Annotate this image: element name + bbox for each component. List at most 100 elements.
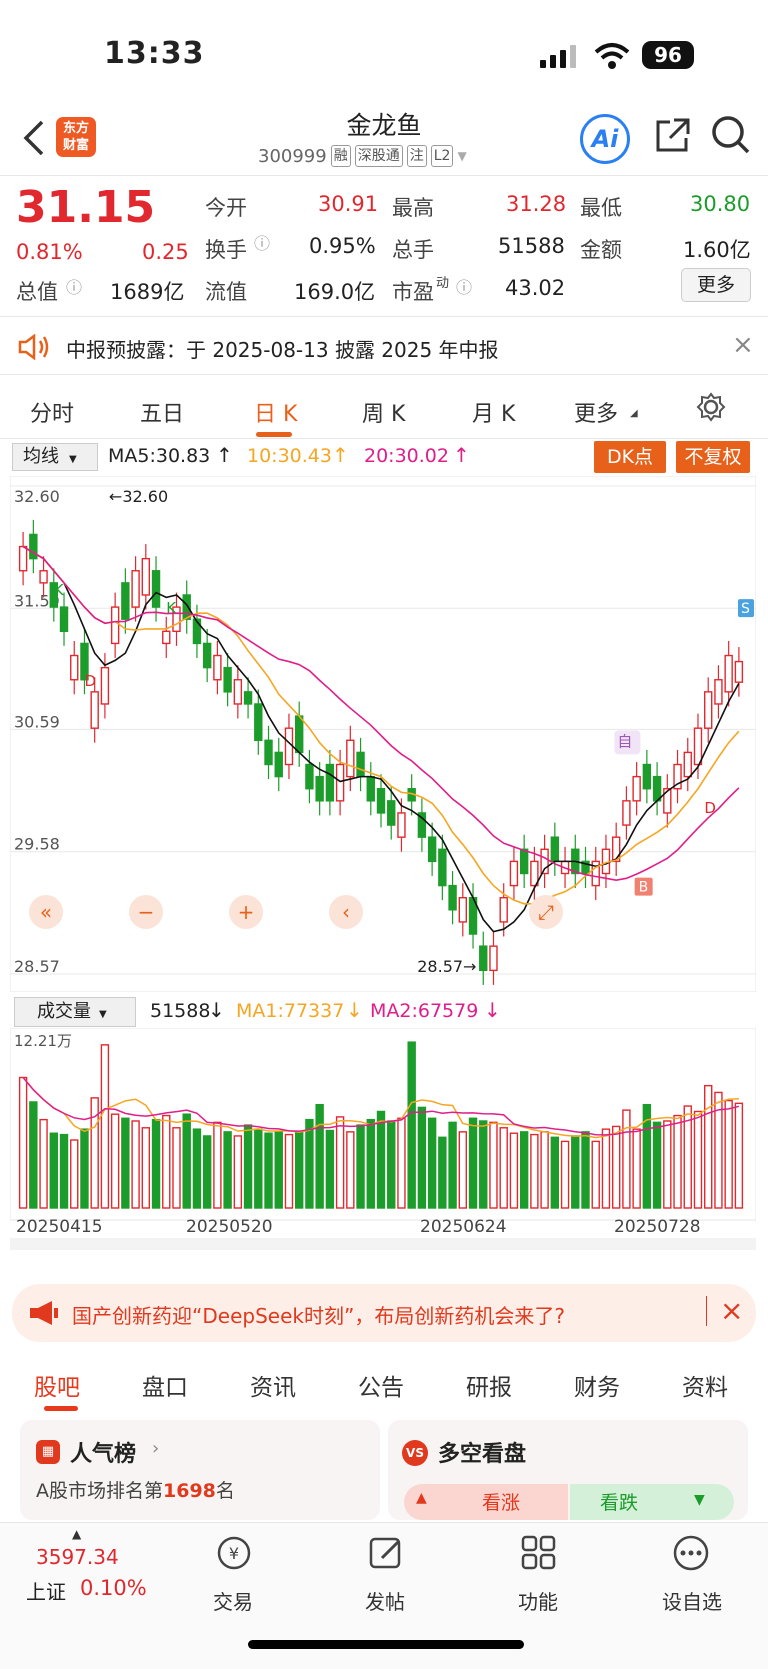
- caret-icon: ◢: [630, 408, 638, 419]
- volume-bar: [162, 1114, 171, 1209]
- tab-5day[interactable]: 五日: [140, 396, 184, 428]
- tab-daily-k[interactable]: 日 K: [254, 396, 297, 428]
- tab-news[interactable]: 资讯: [250, 1368, 296, 1402]
- tab-announcements[interactable]: 公告: [358, 1368, 404, 1402]
- candle-body: [448, 884, 457, 911]
- tab-guba[interactable]: 股吧: [34, 1368, 80, 1402]
- more-dots-icon[interactable]: [672, 1534, 710, 1572]
- tab-monthly-k[interactable]: 月 K: [472, 396, 515, 428]
- info-icon[interactable]: ⓘ: [66, 274, 82, 298]
- tag-registered: 注: [406, 145, 427, 167]
- volume-bar: [622, 1109, 631, 1209]
- candle-body: [519, 848, 529, 875]
- tab-pankou[interactable]: 盘口: [142, 1368, 188, 1402]
- volume-selector[interactable]: 成交量 ▼: [14, 997, 136, 1027]
- tab-research[interactable]: 研报: [466, 1368, 512, 1402]
- tab-more[interactable]: 更多: [574, 396, 618, 428]
- candle-body: [489, 945, 498, 972]
- volume-bar: [192, 1128, 202, 1209]
- candle-body: [325, 763, 335, 802]
- d-marker: D: [84, 672, 96, 690]
- popularity-card[interactable]: ▦ 人气榜 › A股市场排名第1698名: [20, 1420, 380, 1520]
- volume-bar: [458, 1131, 468, 1209]
- post-icon[interactable]: [368, 1534, 406, 1572]
- ai-button[interactable]: Ai: [580, 114, 630, 164]
- volume-label: 总手: [392, 238, 434, 262]
- volume-bar: [182, 1113, 191, 1209]
- tab-finance[interactable]: 财务: [574, 1368, 620, 1402]
- tab-weekly-k[interactable]: 周 K: [362, 396, 405, 428]
- volume-bar: [724, 1099, 733, 1209]
- tab-profile[interactable]: 资料: [682, 1368, 728, 1402]
- volume-bar: [734, 1102, 744, 1209]
- close-icon[interactable]: ×: [732, 330, 754, 360]
- caret-down-icon[interactable]: ▼: [457, 149, 466, 163]
- candle-body: [509, 860, 519, 887]
- tab-indicator: [44, 1406, 78, 1411]
- y-tick-label: 28.57: [14, 957, 60, 976]
- gear-icon[interactable]: [696, 392, 726, 422]
- volume-bar: [560, 1140, 570, 1209]
- status-bar: 13:33 96: [0, 0, 768, 110]
- rank-text: A股市场排名第1698名: [36, 1476, 235, 1503]
- tab-intraday[interactable]: 分时: [30, 396, 74, 428]
- volume-bar: [202, 1135, 212, 1209]
- close-icon[interactable]: ×: [720, 1294, 743, 1327]
- dk-button[interactable]: DK点: [594, 441, 666, 473]
- candle-body: [346, 739, 355, 778]
- stock-meta: 300999 融 深股通 注 L2 ▼: [258, 145, 467, 167]
- candle-body: [652, 775, 662, 802]
- volume-bar: [704, 1084, 713, 1209]
- high-label: 最高: [392, 196, 434, 220]
- chart-control-icon: ⤢: [538, 900, 554, 924]
- notice-bar[interactable]: 中报预披露：于 2025-08-13 披露 2025 年中报 ×: [0, 318, 768, 374]
- volume-bar: [49, 1132, 58, 1209]
- volume-bar: [264, 1132, 273, 1209]
- volume-bar: [509, 1132, 519, 1209]
- chart-control-icon: ‹: [342, 900, 350, 924]
- promo-banner[interactable]: 国产创新药迎“DeepSeek时刻”，布局创新药机会来了? ×: [12, 1284, 756, 1342]
- bull-button[interactable]: ▲ 看涨: [404, 1484, 568, 1520]
- volume-bar: [356, 1124, 365, 1209]
- turnover-value: 0.95%: [309, 234, 376, 258]
- index-value[interactable]: 3597.34: [36, 1545, 119, 1569]
- volume-bar: [417, 1106, 427, 1209]
- nav-trade[interactable]: 交易: [193, 1586, 273, 1615]
- candle-body: [29, 533, 38, 560]
- candlestick-chart[interactable]: 32.6031.5930.5929.5828.57←32.6028.57→KDK…: [10, 476, 756, 992]
- rank-suffix: 名: [215, 1480, 235, 1502]
- adjust-button[interactable]: 不复权: [676, 441, 750, 473]
- volume-bar: [438, 1136, 447, 1209]
- ma-selector[interactable]: 均线 ▼: [12, 443, 98, 471]
- bullbear-card[interactable]: VS 多空看盘 ▲ 看涨 看跌 ▼: [388, 1420, 748, 1520]
- nav-post[interactable]: 发帖: [345, 1586, 425, 1615]
- volume-bar: [632, 1128, 641, 1209]
- candle-body: [39, 570, 48, 584]
- info-icon[interactable]: ⓘ: [254, 230, 270, 254]
- volume-bar: [294, 1131, 304, 1209]
- candle-body: [366, 775, 375, 802]
- bullbear-title: 多空看盘: [438, 1442, 527, 1467]
- search-icon[interactable]: [710, 114, 752, 156]
- x-tick-label: 20250415: [16, 1217, 103, 1237]
- volume-chart[interactable]: 12.21万 20250415 20250520 20250624 20250728: [10, 1028, 756, 1274]
- nav-watchlist[interactable]: 设自选: [651, 1586, 733, 1615]
- current-price: 31.15: [16, 182, 156, 233]
- more-button[interactable]: 更多: [681, 268, 751, 302]
- nav-functions[interactable]: 功能: [498, 1586, 578, 1615]
- trade-icon[interactable]: ¥: [214, 1534, 254, 1572]
- volume-bar: [70, 1139, 79, 1209]
- y-tick-label: 30.59: [14, 712, 60, 731]
- bear-button[interactable]: 看跌 ▼: [570, 1484, 734, 1520]
- chart-control-icon: «: [40, 900, 52, 924]
- candle-body: [550, 836, 560, 863]
- grid-icon[interactable]: [520, 1534, 558, 1572]
- share-icon[interactable]: [652, 116, 692, 156]
- candle-body: [734, 660, 744, 683]
- volume-bar: [110, 1113, 120, 1209]
- high-value: 31.28: [506, 192, 567, 216]
- info-icon[interactable]: ⓘ: [456, 274, 472, 298]
- candle-body: [213, 654, 222, 681]
- candle-body: [162, 630, 171, 645]
- volume-bar: [18, 1076, 28, 1209]
